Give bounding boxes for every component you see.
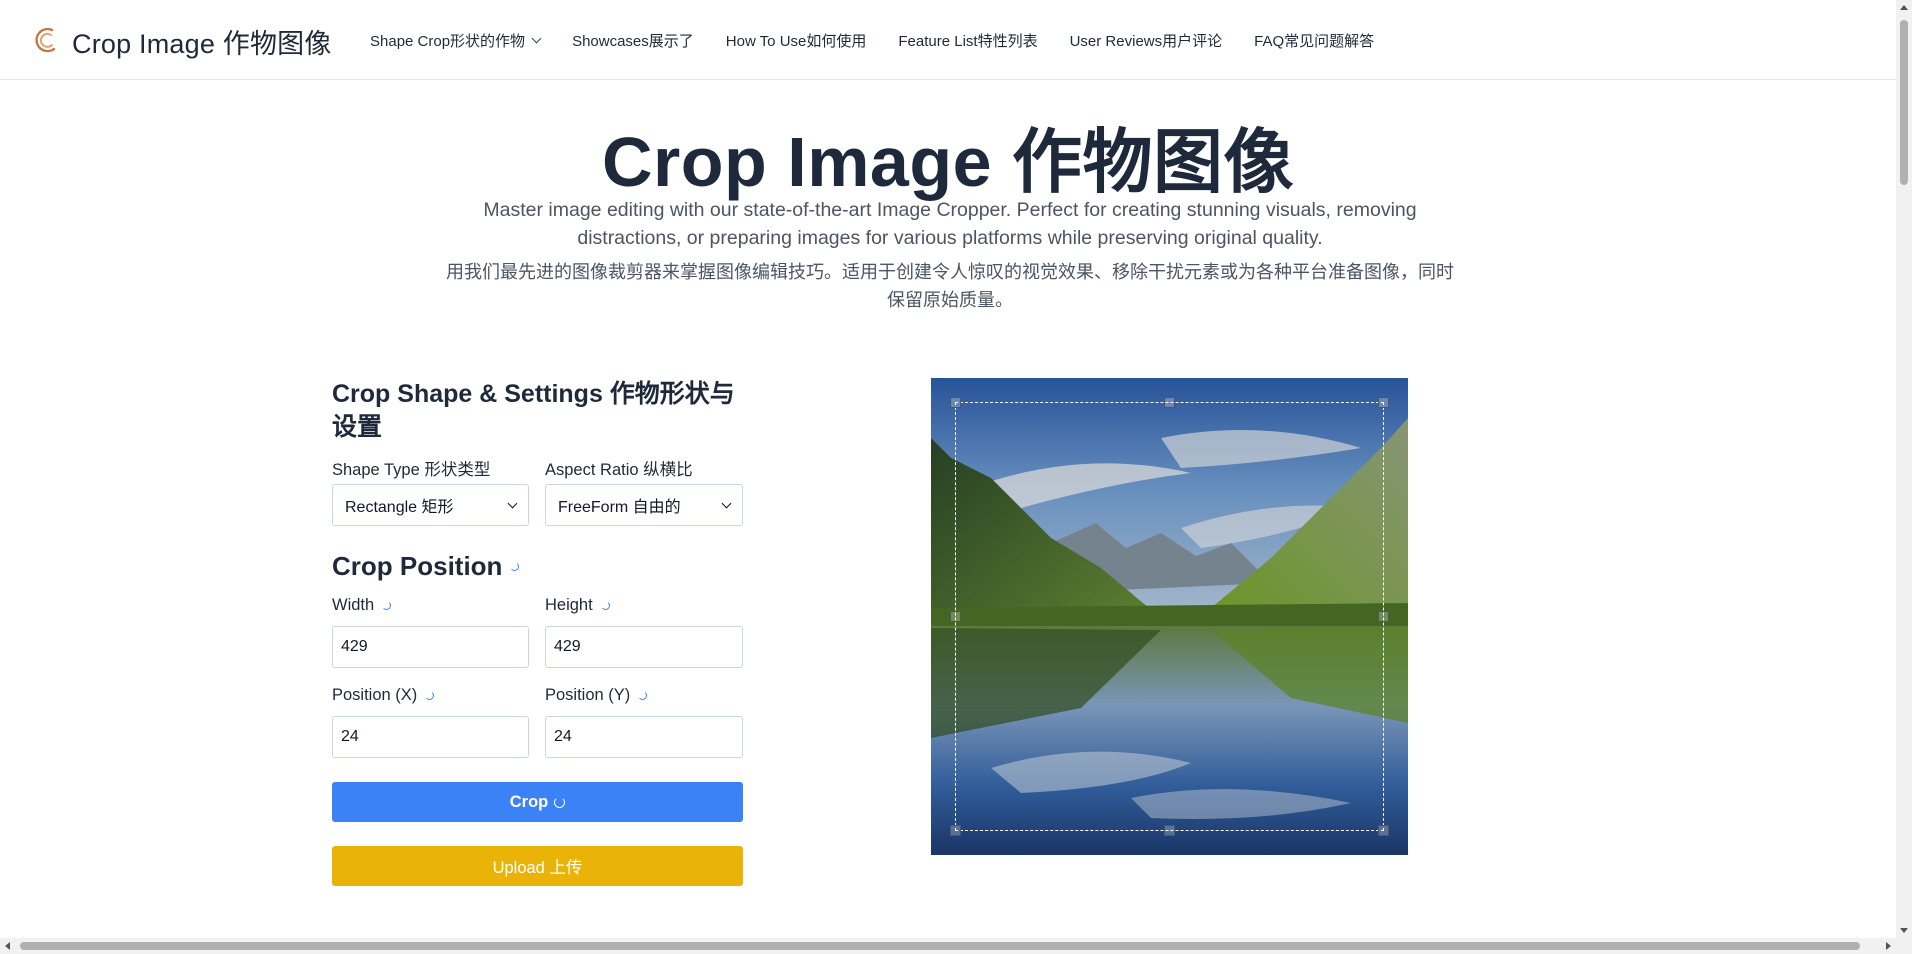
position-x-label: Position (X) bbox=[332, 686, 418, 704]
page-title: Crop Image 作物图像 bbox=[601, 123, 1295, 201]
crop-button-label: Crop bbox=[509, 792, 549, 811]
nav-faq[interactable]: FAQ常见问题解答 bbox=[1254, 30, 1374, 51]
top-navbar: Crop Image 作物图像 Shape Crop形状的作物 Showcase… bbox=[0, 0, 1896, 80]
crop-handle-bottom-right[interactable] bbox=[1378, 825, 1389, 836]
height-label: Height bbox=[545, 596, 593, 614]
vertical-scroll-thumb[interactable] bbox=[1900, 20, 1908, 185]
scroll-down-icon[interactable] bbox=[1900, 928, 1908, 933]
loading-spinner-icon bbox=[554, 796, 566, 808]
shape-type-value: Rectangle 矩形 bbox=[345, 499, 454, 516]
loading-spinner-icon bbox=[510, 562, 520, 571]
scroll-left-icon[interactable] bbox=[5, 942, 10, 950]
crop-selection-box[interactable] bbox=[955, 402, 1384, 831]
height-label-group: Height bbox=[545, 596, 610, 615]
crop-handle-top-right[interactable] bbox=[1378, 397, 1389, 408]
scroll-right-icon[interactable] bbox=[1886, 942, 1891, 950]
main-nav: Shape Crop形状的作物 Showcases展示了 How To Use如… bbox=[370, 0, 1406, 80]
position-y-input[interactable]: 24 bbox=[545, 716, 743, 758]
position-y-label: Position (Y) bbox=[545, 686, 631, 704]
nav-shape-crop-label: Shape Crop形状的作物 bbox=[370, 32, 526, 50]
chevron-down-icon bbox=[507, 498, 518, 508]
hero-subtitle-en: Master image editing with our state-of-t… bbox=[483, 199, 1417, 249]
nav-how-to-use[interactable]: How To Use如何使用 bbox=[726, 30, 867, 51]
position-x-label-group: Position (X) bbox=[332, 686, 435, 705]
crop-position-title: Crop Position bbox=[332, 551, 503, 581]
nav-feature-list[interactable]: Feature List特性列表 bbox=[898, 30, 1037, 51]
shape-type-label: Shape Type 形状类型 bbox=[332, 461, 491, 479]
crop-handle-left[interactable] bbox=[950, 611, 961, 622]
shape-type-select[interactable]: Rectangle 矩形 bbox=[332, 484, 529, 526]
chevron-down-icon bbox=[531, 33, 542, 43]
crop-handle-right[interactable] bbox=[1378, 611, 1389, 622]
logo-icon[interactable] bbox=[30, 24, 62, 56]
aspect-ratio-select[interactable]: FreeForm 自由的 bbox=[545, 484, 743, 526]
crop-button[interactable]: Crop bbox=[332, 782, 743, 822]
loading-spinner-icon bbox=[638, 691, 648, 700]
width-label-group: Width bbox=[332, 596, 392, 615]
height-input[interactable]: 429 bbox=[545, 626, 743, 668]
chevron-down-icon bbox=[721, 498, 732, 508]
aspect-ratio-value: FreeForm 自由的 bbox=[558, 499, 681, 516]
width-input[interactable]: 429 bbox=[332, 626, 529, 668]
settings-title: Crop Shape & Settings 作物形状与设置 bbox=[332, 380, 735, 441]
loading-spinner-icon bbox=[382, 601, 392, 610]
loading-spinner-icon bbox=[425, 691, 435, 700]
vertical-scrollbar[interactable] bbox=[1896, 0, 1912, 938]
hero-subtitle-cn: 用我们最先进的图像裁剪器来掌握图像编辑技巧。适用于创建令人惊叹的视觉效果、移除干… bbox=[446, 262, 1454, 310]
position-x-input[interactable]: 24 bbox=[332, 716, 529, 758]
crop-handle-bottom[interactable] bbox=[1164, 825, 1175, 836]
nav-showcases[interactable]: Showcases展示了 bbox=[572, 30, 694, 51]
upload-button[interactable]: Upload 上传 bbox=[332, 846, 743, 886]
crop-position-heading: Crop Position bbox=[332, 551, 520, 582]
scroll-up-icon[interactable] bbox=[1900, 5, 1908, 10]
width-label: Width bbox=[332, 596, 375, 614]
nav-shape-crop[interactable]: Shape Crop形状的作物 bbox=[370, 30, 542, 51]
crop-handle-top-left[interactable] bbox=[950, 397, 961, 408]
brand-name[interactable]: Crop Image 作物图像 bbox=[72, 22, 332, 61]
loading-spinner-icon bbox=[600, 601, 610, 610]
horizontal-scroll-thumb[interactable] bbox=[20, 942, 1860, 950]
image-preview[interactable] bbox=[931, 378, 1408, 855]
nav-user-reviews[interactable]: User Reviews用户评论 bbox=[1070, 30, 1223, 51]
crop-handle-bottom-left[interactable] bbox=[950, 825, 961, 836]
aspect-ratio-label: Aspect Ratio 纵横比 bbox=[545, 461, 693, 479]
horizontal-scrollbar[interactable] bbox=[0, 938, 1912, 954]
position-y-label-group: Position (Y) bbox=[545, 686, 648, 705]
crop-handle-top[interactable] bbox=[1164, 397, 1175, 408]
